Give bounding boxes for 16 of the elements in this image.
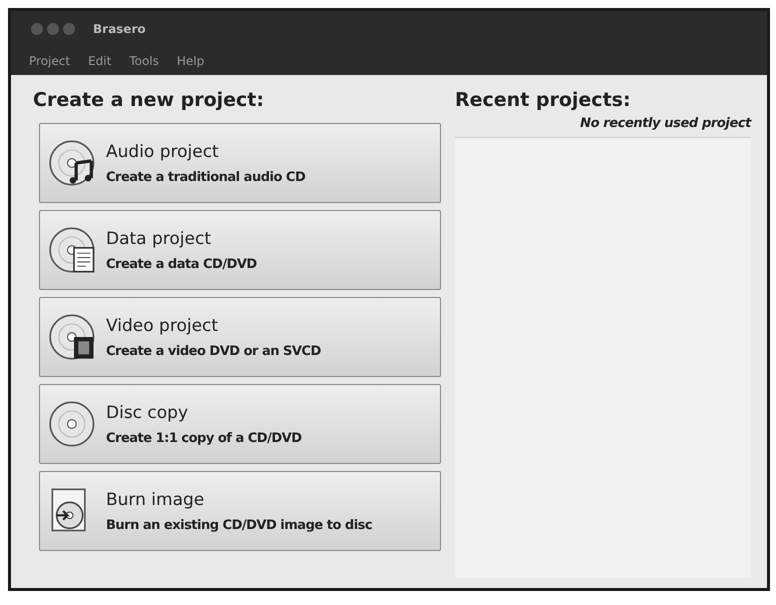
- menu-item[interactable]: Tools: [129, 54, 159, 68]
- project-button[interactable]: Disc copy Create 1:1 copy of a CD/DVD: [39, 384, 441, 464]
- menu-item[interactable]: Help: [176, 54, 204, 68]
- project-button[interactable]: Burn image Burn an existing CD/DVD image to disc: [39, 471, 441, 551]
- maximize-icon[interactable]: [63, 23, 75, 35]
- minimize-icon[interactable]: [47, 23, 59, 35]
- window-title: Brasero: [93, 22, 146, 36]
- section-heading: Recent projects:: [455, 89, 632, 111]
- menu-item[interactable]: Project: [29, 54, 70, 68]
- project-button[interactable]: Audio project Create a traditional audio CD: [39, 123, 441, 203]
- project-button[interactable]: Video project Create a video DVD or an SVCD: [39, 297, 441, 377]
- close-icon[interactable]: [31, 23, 43, 35]
- menu-item[interactable]: Edit: [88, 54, 112, 68]
- section-heading: Create a new project:: [33, 89, 265, 111]
- empty-message: No recently used project: [579, 116, 751, 133]
- project-button[interactable]: Data project Create a data CD/DVD: [39, 210, 441, 290]
